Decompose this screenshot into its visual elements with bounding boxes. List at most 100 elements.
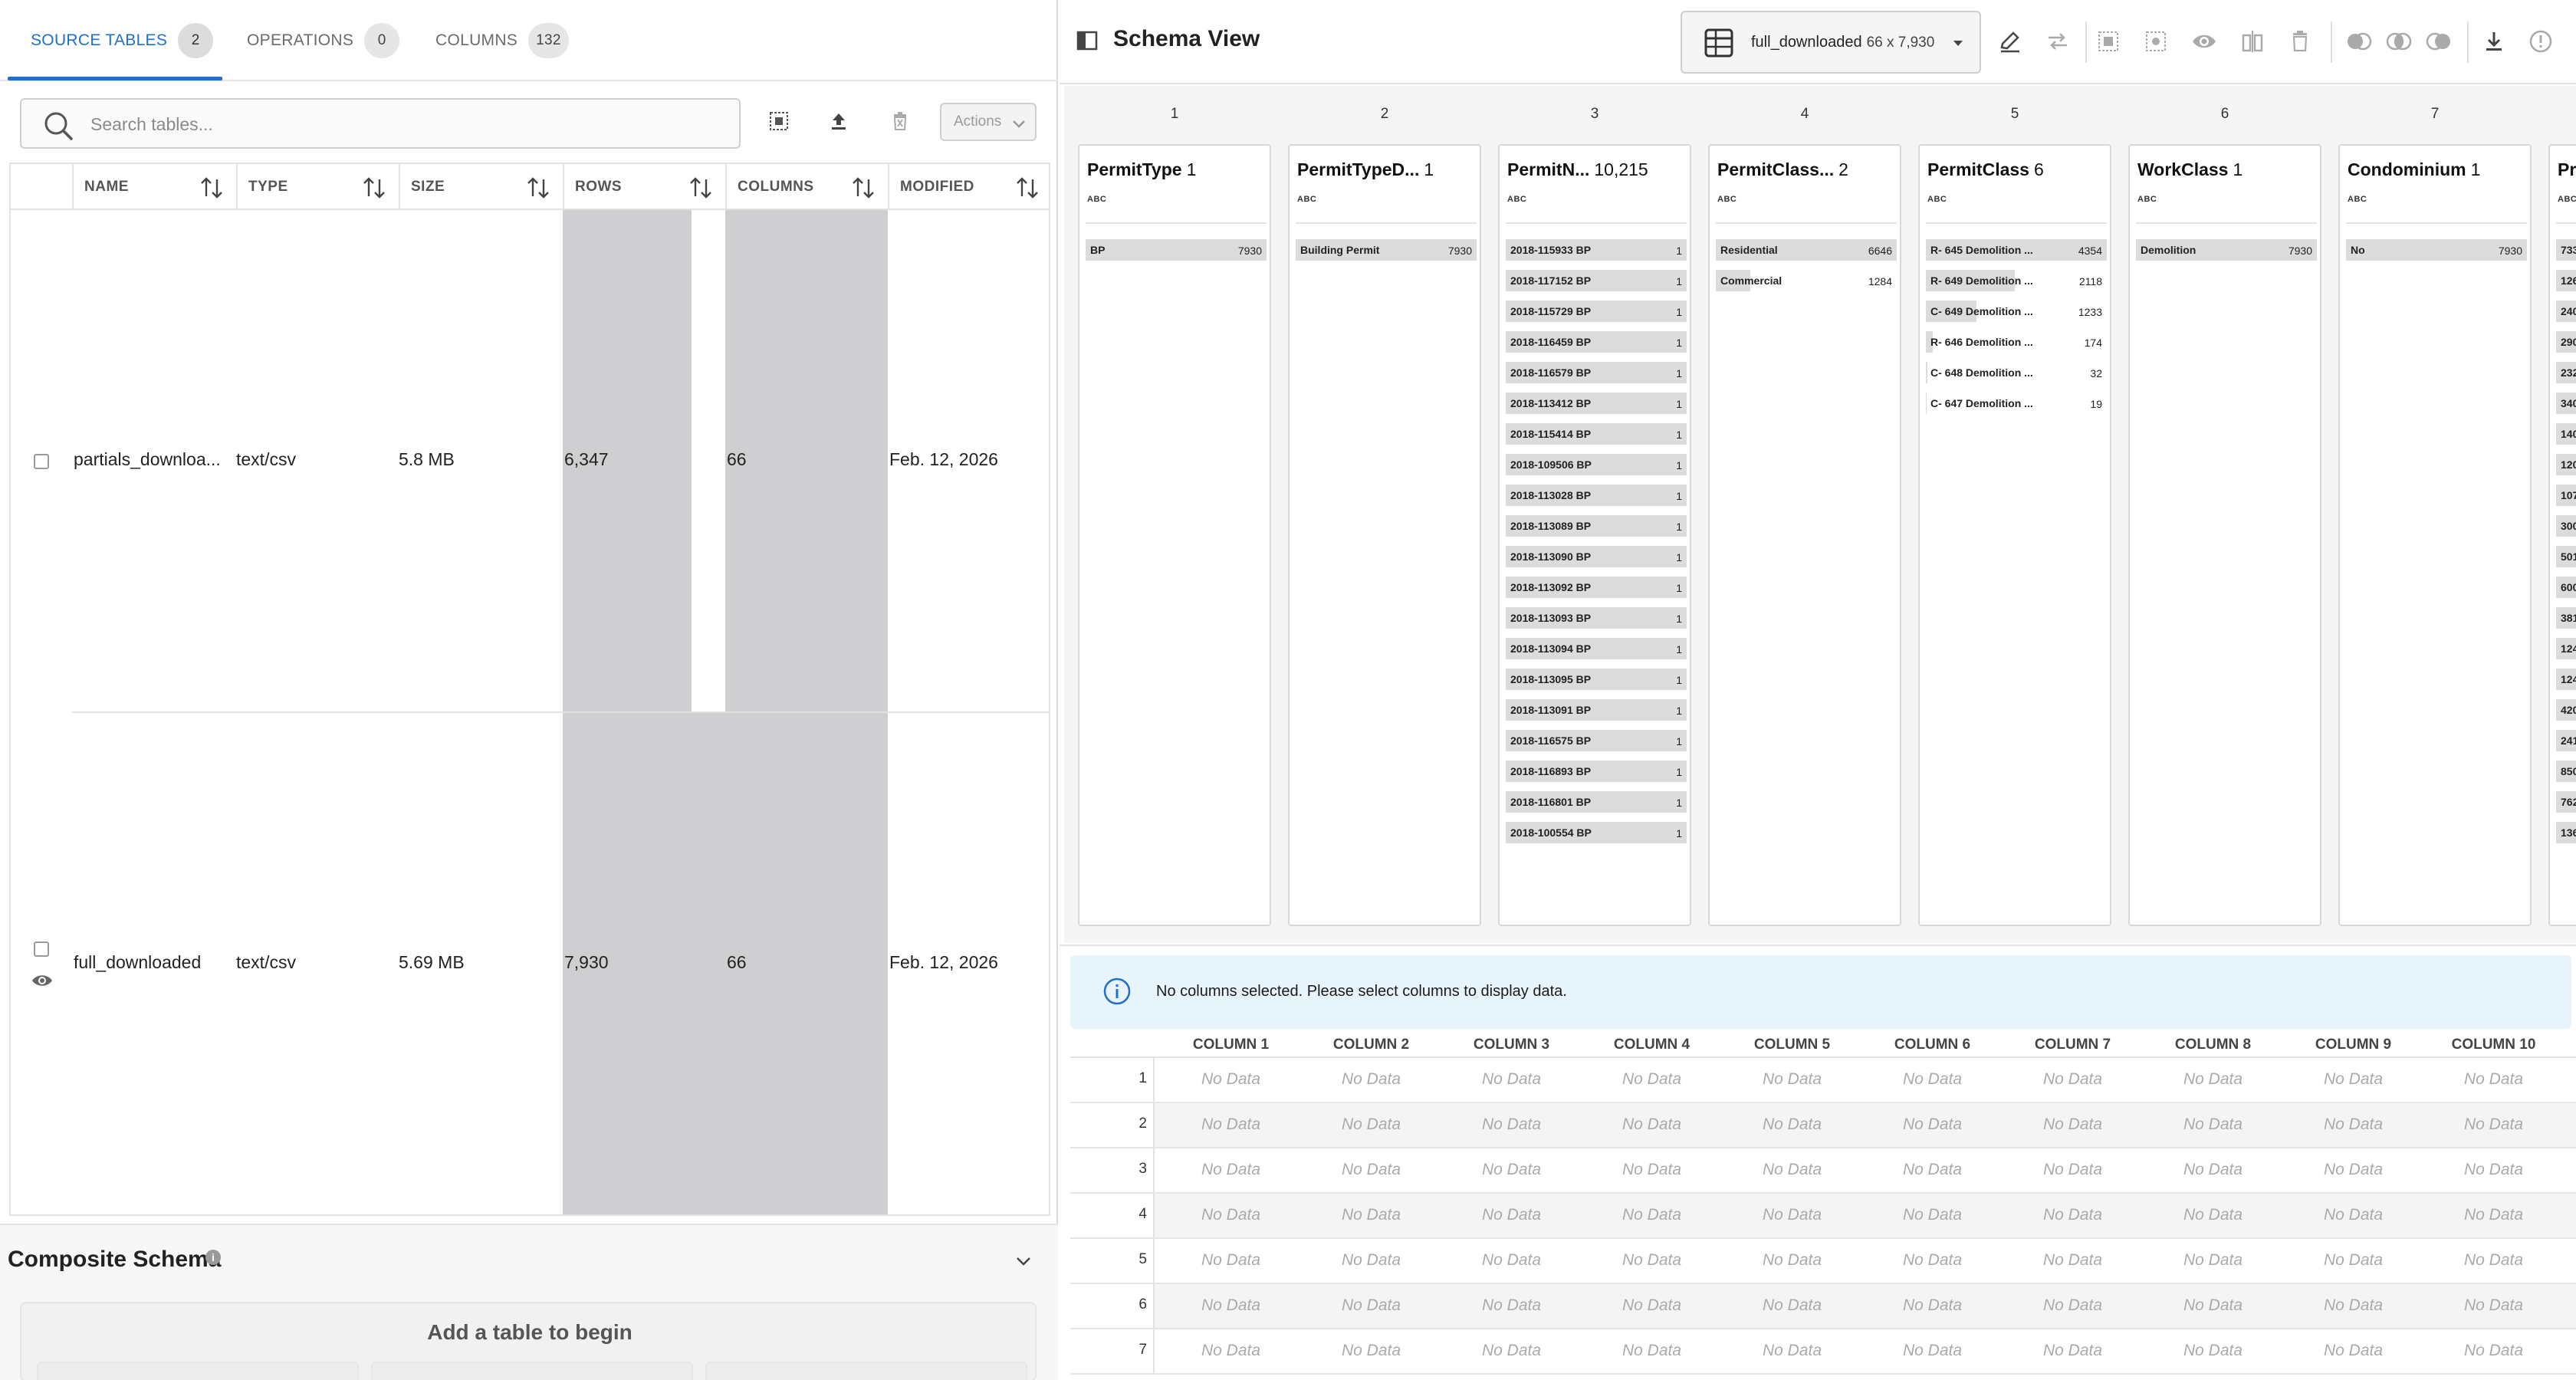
- table-name[interactable]: partials_downloa...: [74, 449, 221, 470]
- info-icon[interactable]: i: [205, 1250, 221, 1265]
- value-frequency-row[interactable]: C- 648 Demolition ... 32: [1926, 362, 2107, 383]
- value-frequency-row[interactable]: 126: [2556, 270, 2576, 291]
- value-frequency-row[interactable]: 290: [2556, 331, 2576, 353]
- schema-column-card[interactable]: Condominium 1 ABC No 7930: [2338, 144, 2532, 926]
- schema-column-card[interactable]: PermitClass... 2 ABC Residential 6646 Commerc…: [1708, 144, 1901, 926]
- row-checkbox[interactable]: [34, 941, 49, 957]
- value-frequency-row[interactable]: 124: [2556, 669, 2576, 690]
- delete-icon[interactable]: [2288, 29, 2312, 54]
- col-header-name[interactable]: NAME: [72, 164, 236, 210]
- value-frequency-row[interactable]: 2018-117152 BP 1: [1506, 270, 1687, 291]
- chevron-down-icon[interactable]: [1014, 1251, 1033, 1271]
- value-frequency-row[interactable]: 2018-113028 BP 1: [1506, 485, 1687, 506]
- value-frequency-row[interactable]: 600: [2556, 577, 2576, 598]
- schema-column-card[interactable]: PermitType 1 ABC BP 7930: [1078, 144, 1271, 926]
- sort-icon[interactable]: [526, 176, 550, 200]
- value-frequency-row[interactable]: 2018-116893 BP 1: [1506, 761, 1687, 782]
- schema-column-card[interactable]: PermitN... 10,215 ABC 2018-115933 BP 1 2018-1…: [1498, 144, 1691, 926]
- data-column-header[interactable]: COLUMN 4: [1582, 1037, 1722, 1053]
- data-column-header[interactable]: COLUMN 8: [2143, 1037, 2283, 1053]
- value-frequency-row[interactable]: 2018-116459 BP 1: [1506, 331, 1687, 353]
- value-frequency-row[interactable]: 762: [2556, 791, 2576, 813]
- tab-source-tables[interactable]: SOURCE TABLES 2: [31, 0, 214, 81]
- data-column-header[interactable]: COLUMN 7: [2003, 1037, 2143, 1053]
- value-frequency-row[interactable]: BP 7930: [1086, 239, 1267, 261]
- search-input[interactable]: [90, 109, 719, 140]
- value-frequency-row[interactable]: R- 646 Demolition ... 174: [1926, 331, 2107, 353]
- value-frequency-row[interactable]: No 7930: [2346, 239, 2527, 261]
- tab-operations[interactable]: OPERATIONS 0: [247, 0, 400, 81]
- data-column-header[interactable]: COLUMN 1: [1161, 1037, 1301, 1053]
- col-header-columns[interactable]: COLUMNS: [725, 164, 888, 210]
- value-frequency-row[interactable]: 136: [2556, 822, 2576, 843]
- value-frequency-row[interactable]: 241: [2556, 730, 2576, 751]
- col-header-modified[interactable]: MODIFIED: [888, 164, 1049, 210]
- value-frequency-row[interactable]: 2018-116575 BP 1: [1506, 730, 1687, 751]
- value-frequency-row[interactable]: 2018-109506 BP 1: [1506, 454, 1687, 475]
- value-frequency-row[interactable]: 381: [2556, 607, 2576, 629]
- value-frequency-row[interactable]: R- 645 Demolition ... 4354: [1926, 239, 2107, 261]
- value-frequency-row[interactable]: 2018-113412 BP 1: [1506, 393, 1687, 414]
- schema-column-card[interactable]: Pr ABC 733 126 240 290 232 340 140 120 107 300 501 60…: [2548, 144, 2576, 926]
- schema-column-card[interactable]: PermitClass 6 ABC R- 645 Demolition ... 4354…: [1918, 144, 2111, 926]
- join-left-icon[interactable]: [2346, 31, 2372, 52]
- upload-icon[interactable]: [822, 104, 856, 138]
- schema-column-card[interactable]: WorkClass 1 ABC Demolition 7930: [2128, 144, 2321, 926]
- value-frequency-row[interactable]: 300: [2556, 515, 2576, 537]
- value-frequency-row[interactable]: 232: [2556, 362, 2576, 383]
- select-all-icon[interactable]: [762, 104, 796, 138]
- value-frequency-row[interactable]: 107: [2556, 485, 2576, 506]
- sort-icon[interactable]: [1015, 176, 1040, 200]
- value-frequency-row[interactable]: 340: [2556, 393, 2576, 414]
- value-frequency-row[interactable]: Demolition 7930: [2136, 239, 2317, 261]
- sort-icon[interactable]: [688, 176, 713, 200]
- data-column-header[interactable]: COLUMN 3: [1441, 1037, 1582, 1053]
- value-frequency-row[interactable]: 2018-115414 BP 1: [1506, 423, 1687, 445]
- download-icon[interactable]: [2482, 29, 2505, 54]
- data-column-header[interactable]: COLUMN 5: [1722, 1037, 1862, 1053]
- value-frequency-row[interactable]: 2018-113089 BP 1: [1506, 515, 1687, 537]
- value-frequency-row[interactable]: Building Permit 7930: [1296, 239, 1477, 261]
- col-header-size[interactable]: SIZE: [399, 164, 563, 210]
- value-frequency-row[interactable]: 2018-116801 BP 1: [1506, 791, 1687, 813]
- table-selector[interactable]: full_downloaded 66 x 7,930: [1681, 11, 1981, 74]
- split-column-icon[interactable]: [2240, 29, 2265, 54]
- actions-dropdown[interactable]: Actions: [940, 103, 1037, 141]
- value-frequency-row[interactable]: 240: [2556, 301, 2576, 322]
- data-column-header[interactable]: COLUMN 10: [2423, 1037, 2564, 1053]
- swap-icon[interactable]: [2045, 29, 2070, 54]
- value-frequency-row[interactable]: 501: [2556, 546, 2576, 567]
- row-checkbox[interactable]: [34, 454, 49, 469]
- value-frequency-row[interactable]: Commercial 1284: [1716, 270, 1897, 291]
- sort-icon[interactable]: [199, 176, 224, 200]
- value-frequency-row[interactable]: 2018-115933 BP 1: [1506, 239, 1687, 261]
- value-frequency-row[interactable]: 2018-113092 BP 1: [1506, 577, 1687, 598]
- edit-icon[interactable]: [1998, 29, 2022, 54]
- delete-icon[interactable]: [883, 104, 917, 138]
- value-frequency-row[interactable]: 2018-113094 BP 1: [1506, 638, 1687, 659]
- join-inner-icon[interactable]: [2386, 31, 2412, 52]
- select-all-icon[interactable]: [2096, 29, 2121, 54]
- value-frequency-row[interactable]: 2018-113091 BP 1: [1506, 699, 1687, 721]
- value-frequency-row[interactable]: 2018-116579 BP 1: [1506, 362, 1687, 383]
- data-column-header[interactable]: COLUMN 6: [1862, 1037, 2003, 1053]
- value-frequency-row[interactable]: 2018-115729 BP 1: [1506, 301, 1687, 322]
- sort-icon[interactable]: [851, 176, 876, 200]
- value-frequency-row[interactable]: 2018-113095 BP 1: [1506, 669, 1687, 690]
- value-frequency-row[interactable]: C- 649 Demolition ... 1233: [1926, 301, 2107, 322]
- value-frequency-row[interactable]: 733: [2556, 239, 2576, 261]
- table-name[interactable]: full_downloaded: [74, 952, 201, 973]
- sort-icon[interactable]: [362, 176, 386, 200]
- value-frequency-row[interactable]: 2018-100554 BP 1: [1506, 822, 1687, 843]
- value-frequency-row[interactable]: 420: [2556, 699, 2576, 721]
- alert-icon[interactable]: [2528, 29, 2553, 54]
- value-frequency-row[interactable]: C- 647 Demolition ... 19: [1926, 393, 2107, 414]
- value-frequency-row[interactable]: 2018-113090 BP 1: [1506, 546, 1687, 567]
- value-frequency-row[interactable]: 850: [2556, 761, 2576, 782]
- col-header-rows[interactable]: ROWS: [563, 164, 725, 210]
- schema-column-card[interactable]: PermitTypeD... 1 ABC Building Permit 7930: [1288, 144, 1481, 926]
- tab-columns[interactable]: COLUMNS 132: [435, 0, 569, 81]
- focus-icon[interactable]: [2144, 29, 2168, 54]
- eye-icon[interactable]: [31, 972, 54, 989]
- value-frequency-row[interactable]: Residential 6646: [1716, 239, 1897, 261]
